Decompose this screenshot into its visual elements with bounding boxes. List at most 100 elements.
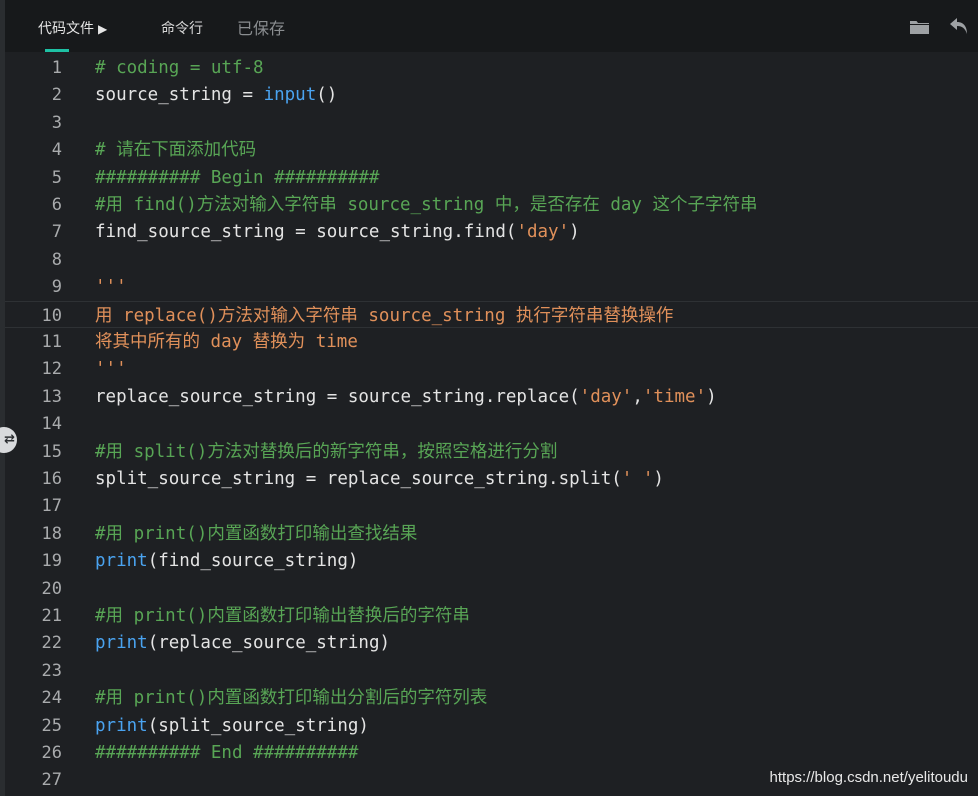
code-token-string: 'time' bbox=[642, 386, 707, 407]
code-text: 将其中所有的 day 替换为 time bbox=[95, 328, 358, 356]
code-line[interactable]: 23 bbox=[5, 657, 978, 684]
code-token-plain: replace_source_string = source_string.re… bbox=[95, 386, 580, 407]
code-token-plain: ) bbox=[706, 386, 717, 407]
line-number: 25 bbox=[41, 715, 62, 736]
code-token-string: ' ' bbox=[621, 469, 654, 489]
code-text: ########## End ########## bbox=[95, 739, 358, 767]
code-token-plain: (split_source_string) bbox=[147, 715, 369, 736]
code-text: #用 print()内置函数打印输出替换后的字符串 bbox=[95, 602, 470, 630]
code-token-comment: # coding = utf-8 bbox=[95, 58, 264, 78]
code-text: #用 split()方法对替换后的新字符串，按照空格进行分割 bbox=[95, 438, 557, 466]
play-arrow-icon: ▶ bbox=[98, 22, 108, 36]
folder-icon[interactable] bbox=[910, 19, 929, 35]
code-text: ''' bbox=[95, 273, 127, 301]
line-number: 2 bbox=[51, 85, 62, 106]
line-number: 11 bbox=[41, 332, 62, 352]
code-line[interactable]: 18 #用 print()内置函数打印输出查找结果 bbox=[5, 520, 978, 547]
code-token-comment: ########## End ########## bbox=[95, 743, 359, 763]
code-token-plain: find_source_string = source_string.find( bbox=[95, 222, 517, 243]
swap-arrows-icon: ⇄ bbox=[4, 432, 15, 447]
code-token-comment: #用 print()内置函数打印输出替换后的字符串 bbox=[95, 606, 470, 626]
code-text: 用 replace()方法对输入字符串 source_string 执行字符串替… bbox=[95, 302, 673, 330]
code-text: #用 print()内置函数打印输出分割后的字符列表 bbox=[95, 684, 487, 712]
line-number: 18 bbox=[41, 523, 62, 544]
code-token-builtin: print bbox=[95, 551, 148, 572]
code-token-string: ''' bbox=[95, 359, 127, 380]
line-number: 26 bbox=[41, 743, 62, 763]
code-token-string: 用 replace()方法对输入字符串 source_string 执行字符串替… bbox=[95, 305, 674, 326]
line-number: 4 bbox=[51, 140, 62, 161]
code-line[interactable]: 21 #用 print()内置函数打印输出替换后的字符串 bbox=[5, 602, 978, 629]
saved-status: 已保存 bbox=[237, 19, 286, 38]
code-text: # coding = utf-8 bbox=[95, 54, 264, 82]
code-token-builtin: print bbox=[95, 633, 148, 654]
editor-toolbar: 代码文件 ▶ 命令行 已保存 bbox=[5, 0, 978, 52]
code-token-string: 将其中所有的 day 替换为 time bbox=[95, 332, 358, 352]
code-text: # 请在下面添加代码 bbox=[95, 136, 256, 164]
code-line[interactable]: 15 #用 split()方法对替换后的新字符串，按照空格进行分割 bbox=[5, 438, 978, 465]
code-text: print(replace_source_string) bbox=[95, 629, 390, 657]
tab-code-file[interactable]: 代码文件 ▶ bbox=[38, 0, 107, 52]
undo-icon[interactable] bbox=[949, 17, 969, 36]
code-line[interactable]: 12 ''' bbox=[5, 355, 978, 382]
code-text: #用 print()内置函数打印输出查找结果 bbox=[95, 520, 417, 548]
line-number: 21 bbox=[41, 606, 62, 626]
code-line[interactable]: 14 bbox=[5, 410, 978, 437]
line-number: 7 bbox=[51, 222, 62, 243]
code-line[interactable]: 20 bbox=[5, 575, 978, 602]
line-number: 17 bbox=[41, 496, 62, 517]
code-line[interactable]: 11 将其中所有的 day 替换为 time bbox=[5, 328, 978, 355]
tab-code-file-label: 代码文件 bbox=[38, 21, 94, 37]
code-text: ''' bbox=[95, 355, 127, 383]
code-line[interactable]: 17 bbox=[5, 492, 978, 519]
code-token-plain: , bbox=[632, 386, 643, 407]
code-line[interactable]: 8 bbox=[5, 246, 978, 273]
code-line[interactable]: 6 #用 find()方法对输入字符串 source_string 中，是否存在 … bbox=[5, 191, 978, 218]
code-token-builtin: input bbox=[263, 85, 317, 106]
code-line[interactable]: 24 #用 print()内置函数打印输出分割后的字符列表 bbox=[5, 684, 978, 711]
code-area[interactable]: 1 # coding = utf-8 2 source_string = input(… bbox=[5, 52, 978, 796]
code-line[interactable]: 4 # 请在下面添加代码 bbox=[5, 136, 978, 163]
code-token-builtin: print bbox=[95, 715, 148, 736]
code-token-comment: #用 print()内置函数打印输出查找结果 bbox=[95, 523, 418, 544]
code-token-comment: #用 find()方法对输入字符串 source_string 中，是否存在 d… bbox=[95, 195, 758, 215]
code-line[interactable]: 10 用 replace()方法对输入字符串 source_string 执行字符… bbox=[5, 300, 978, 330]
code-line[interactable]: 2 source_string = input() bbox=[5, 81, 978, 108]
code-line[interactable]: 22 print(replace_source_string) bbox=[5, 629, 978, 656]
code-token-plain: (replace_source_string) bbox=[147, 633, 391, 654]
line-number: 5 bbox=[51, 167, 62, 188]
line-number: 1 bbox=[51, 58, 62, 78]
code-token-comment: ########## Begin ########## bbox=[95, 167, 380, 188]
code-line[interactable]: 9 ''' bbox=[5, 273, 978, 300]
code-line[interactable]: 19 print(find_source_string) bbox=[5, 547, 978, 574]
code-token-comment: #用 print()内置函数打印输出分割后的字符列表 bbox=[95, 688, 488, 709]
code-line[interactable]: 5 ########## Begin ########## bbox=[5, 164, 978, 191]
code-line[interactable]: 3 bbox=[5, 109, 978, 136]
code-token-plain: source_string = bbox=[95, 85, 264, 106]
line-number: 24 bbox=[41, 688, 62, 709]
code-token-string: 'day' bbox=[579, 386, 633, 407]
code-text: split_source_string = replace_source_str… bbox=[95, 465, 664, 493]
line-number: 27 bbox=[41, 770, 62, 791]
code-token-string: ''' bbox=[95, 277, 127, 298]
code-text: source_string = input() bbox=[95, 81, 337, 109]
code-line[interactable]: 7 find_source_string = source_string.find… bbox=[5, 218, 978, 245]
code-line[interactable]: 1 # coding = utf-8 bbox=[5, 54, 978, 81]
code-line[interactable]: 26 ########## End ########## bbox=[5, 739, 978, 766]
code-line[interactable]: 16 split_source_string = replace_source_s… bbox=[5, 465, 978, 492]
line-number: 19 bbox=[41, 551, 62, 572]
code-text: print(find_source_string) bbox=[95, 547, 358, 575]
code-line[interactable]: 25 print(split_source_string) bbox=[5, 712, 978, 739]
code-token-string: 'day' bbox=[516, 222, 570, 243]
code-token-plain: (find_source_string) bbox=[147, 551, 359, 572]
line-number: 22 bbox=[41, 633, 62, 654]
code-line[interactable]: 13 replace_source_string = source_string.… bbox=[5, 383, 978, 410]
tab-command-line[interactable]: 命令行 bbox=[161, 0, 203, 52]
line-number: 12 bbox=[41, 359, 62, 380]
code-token-plain: ) bbox=[653, 469, 664, 489]
code-text: find_source_string = source_string.find(… bbox=[95, 218, 580, 246]
line-number: 3 bbox=[51, 112, 62, 133]
code-token-plain: ) bbox=[569, 222, 580, 243]
code-token-plain: () bbox=[316, 85, 338, 106]
line-number: 8 bbox=[51, 249, 62, 270]
